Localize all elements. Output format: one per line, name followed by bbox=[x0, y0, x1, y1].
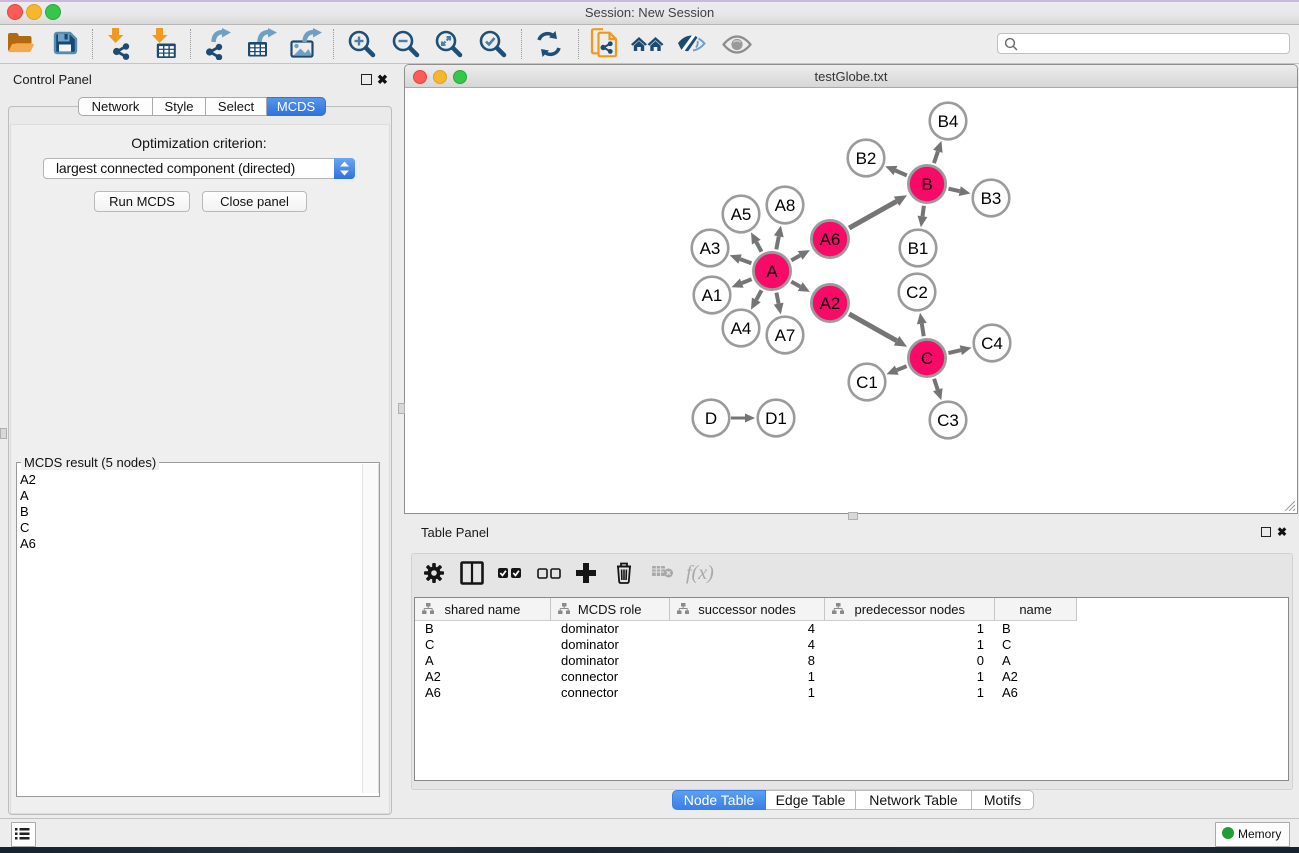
svg-text:A5: A5 bbox=[731, 205, 752, 224]
svg-text:D: D bbox=[705, 409, 717, 428]
svg-text:D1: D1 bbox=[765, 409, 787, 428]
svg-text:A3: A3 bbox=[700, 239, 721, 258]
svg-text:A7: A7 bbox=[775, 326, 796, 345]
svg-text:B3: B3 bbox=[981, 189, 1002, 208]
svg-text:C3: C3 bbox=[937, 411, 959, 430]
svg-text:C1: C1 bbox=[856, 373, 878, 392]
svg-text:A4: A4 bbox=[731, 319, 752, 338]
svg-text:A2: A2 bbox=[820, 294, 841, 313]
svg-text:A8: A8 bbox=[775, 196, 796, 215]
svg-text:A: A bbox=[766, 262, 778, 281]
svg-text:C: C bbox=[921, 349, 933, 368]
svg-text:A1: A1 bbox=[702, 286, 723, 305]
svg-text:C4: C4 bbox=[981, 334, 1003, 353]
svg-text:A6: A6 bbox=[820, 230, 841, 249]
svg-text:B: B bbox=[921, 175, 932, 194]
svg-text:B1: B1 bbox=[908, 239, 929, 258]
svg-text:B4: B4 bbox=[938, 112, 959, 131]
svg-text:B2: B2 bbox=[856, 149, 877, 168]
svg-text:C2: C2 bbox=[906, 283, 928, 302]
